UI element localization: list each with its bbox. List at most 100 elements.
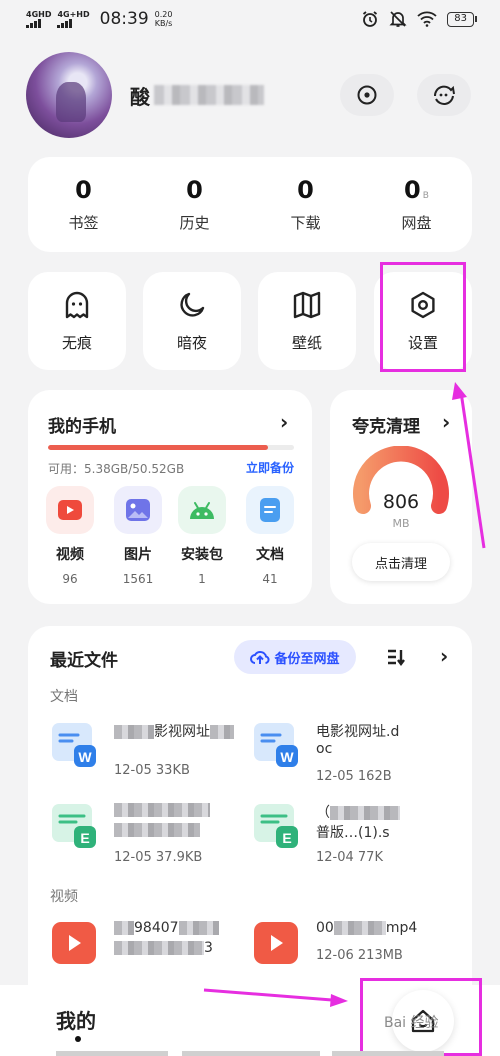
file-name-line2: 3 bbox=[114, 940, 234, 956]
file-name bbox=[114, 802, 234, 818]
stat-value: 0B bbox=[404, 176, 429, 204]
category-label: 安装包 bbox=[181, 547, 223, 563]
backup-to-cloud-button[interactable]: 备份至网盘 bbox=[234, 640, 356, 674]
stat-value: 0 bbox=[75, 176, 92, 204]
category-apk[interactable]: 安装包 1 bbox=[178, 486, 226, 586]
video-file-icon bbox=[254, 922, 298, 964]
file-name: 98407 bbox=[114, 920, 234, 936]
category-video[interactable]: 视频 96 bbox=[46, 486, 94, 586]
recent-file-item[interactable]: W 电影视网址.d oc 12-05 162B bbox=[254, 721, 454, 791]
recent-file-item[interactable]: E 12-05 37.9KB bbox=[52, 802, 252, 872]
file-name-line2: oc bbox=[316, 741, 333, 757]
profile-header[interactable]: 酸 bbox=[26, 52, 264, 138]
stat-label: 下载 bbox=[290, 214, 321, 232]
category-count: 41 bbox=[262, 572, 278, 586]
signal-bars-icon bbox=[57, 18, 73, 28]
chevron-right-icon[interactable]: › bbox=[442, 410, 450, 434]
excel-file-icon: E bbox=[254, 804, 298, 848]
svg-text:W: W bbox=[280, 749, 294, 765]
cleaner-size-unit: MB bbox=[392, 517, 410, 530]
stats-card: 0 书签 0 历史 0 下载 0B 网盘 bbox=[28, 157, 472, 252]
video-icon bbox=[58, 500, 82, 520]
avatar[interactable] bbox=[26, 52, 112, 138]
recent-files-card: 最近文件 备份至网盘 › 文档 W 影视网址 12-05 33KB W 电影视网… bbox=[28, 626, 472, 986]
gesture-tab-line bbox=[182, 1051, 320, 1056]
alarm-icon bbox=[363, 11, 378, 27]
sim2-signal: 4G+HD bbox=[57, 9, 90, 28]
file-name: （ bbox=[316, 802, 436, 822]
image-icon bbox=[126, 499, 150, 521]
status-time: 08:39 bbox=[99, 9, 149, 29]
recent-file-item[interactable]: W 影视网址 12-05 33KB bbox=[52, 721, 252, 791]
stat-history[interactable]: 0 历史 bbox=[139, 157, 250, 252]
skin-button[interactable] bbox=[417, 74, 471, 116]
settings-highlight-box bbox=[380, 262, 466, 372]
sim2-label: 4G+HD bbox=[57, 9, 90, 19]
document-icon bbox=[260, 498, 280, 522]
clean-now-button[interactable]: 点击清理 bbox=[352, 543, 450, 581]
stat-downloads[interactable]: 0 下载 bbox=[250, 157, 361, 252]
category-icon-bg bbox=[178, 486, 226, 534]
tool-label: 无痕 bbox=[61, 333, 92, 352]
category-documents[interactable]: 文档 41 bbox=[246, 486, 294, 586]
bottom-title: 我的 bbox=[56, 1009, 96, 1033]
book-icon bbox=[293, 291, 321, 318]
category-icon-bg bbox=[246, 486, 294, 534]
status-bar: 4GHD 4G+HD 08:39 0.20 KB/s 83 bbox=[0, 0, 500, 38]
category-label: 图片 bbox=[124, 547, 152, 563]
recent-file-item[interactable]: 98407 3 bbox=[52, 920, 252, 990]
category-icon-bg bbox=[114, 486, 162, 534]
nickname[interactable]: 酸 bbox=[130, 82, 264, 109]
quark-cleaner-card[interactable]: 夸克清理 › 806 MB 点击清理 bbox=[330, 390, 472, 604]
my-phone-card[interactable]: 我的手机 › 可用：5.38GB/50.52GB 立即备份 视频 96 图片 1… bbox=[28, 390, 312, 604]
stat-cloud-drive[interactable]: 0B 网盘 bbox=[361, 157, 472, 252]
backup-now-link[interactable]: 立即备份 bbox=[246, 459, 294, 476]
sim1-label: 4GHD bbox=[26, 9, 52, 19]
chevron-right-icon[interactable]: › bbox=[280, 410, 288, 434]
home-highlight-box bbox=[360, 978, 482, 1056]
cleaner-size-value: 806 bbox=[382, 491, 420, 513]
eye-button[interactable] bbox=[340, 74, 394, 116]
cloud-upload-icon bbox=[250, 651, 270, 664]
stat-value: 0 bbox=[297, 176, 314, 204]
stat-value: 0 bbox=[186, 176, 203, 204]
ghost-icon bbox=[65, 291, 89, 318]
file-meta: 12-06 213MB bbox=[316, 948, 403, 963]
battery-icon: 83 bbox=[447, 11, 477, 27]
wifi-icon bbox=[417, 11, 437, 27]
category-label: 文档 bbox=[256, 547, 284, 563]
cleaner-title: 夸克清理 bbox=[352, 417, 420, 437]
chevron-right-icon[interactable]: › bbox=[440, 644, 448, 668]
file-name-line2: 普版…(1).s bbox=[316, 825, 390, 841]
recent-file-item[interactable]: E （ 普版…(1).s 12-04 77K bbox=[254, 802, 454, 872]
speed-unit: KB/s bbox=[154, 19, 173, 28]
svg-text:W: W bbox=[78, 749, 92, 765]
tool-wallpaper[interactable]: 壁纸 bbox=[258, 272, 356, 370]
speed-value: 0.20 bbox=[154, 10, 173, 19]
file-name-line2 bbox=[114, 822, 234, 838]
video-file-icon bbox=[52, 922, 96, 964]
my-phone-title: 我的手机 bbox=[48, 417, 116, 437]
category-count: 1561 bbox=[122, 572, 154, 586]
storage-text: 可用：5.38GB/50.52GB bbox=[48, 462, 185, 476]
word-file-icon: W bbox=[52, 723, 96, 767]
stat-bookmarks[interactable]: 0 书签 bbox=[28, 157, 139, 252]
tool-label: 暗夜 bbox=[176, 333, 207, 352]
recent-files-title: 最近文件 bbox=[50, 651, 118, 671]
tool-night-mode[interactable]: 暗夜 bbox=[143, 272, 241, 370]
svg-text:E: E bbox=[282, 830, 291, 846]
gesture-tab-line bbox=[332, 1051, 444, 1056]
nickname-mosaic bbox=[154, 85, 264, 105]
category-images[interactable]: 图片 1561 bbox=[114, 486, 162, 586]
excel-file-icon: E bbox=[52, 804, 96, 848]
mute-icon bbox=[389, 11, 407, 27]
file-name: 电影视网址.d bbox=[316, 724, 400, 740]
backup-to-cloud-label: 备份至网盘 bbox=[274, 651, 340, 667]
word-file-icon: W bbox=[254, 723, 298, 767]
sort-icon[interactable] bbox=[386, 648, 406, 666]
active-indicator-dot bbox=[75, 1036, 81, 1042]
tool-incognito[interactable]: 无痕 bbox=[28, 272, 126, 370]
category-label: 视频 bbox=[56, 547, 84, 563]
file-meta: 12-05 33KB bbox=[114, 763, 190, 778]
stat-label: 网盘 bbox=[401, 214, 432, 232]
